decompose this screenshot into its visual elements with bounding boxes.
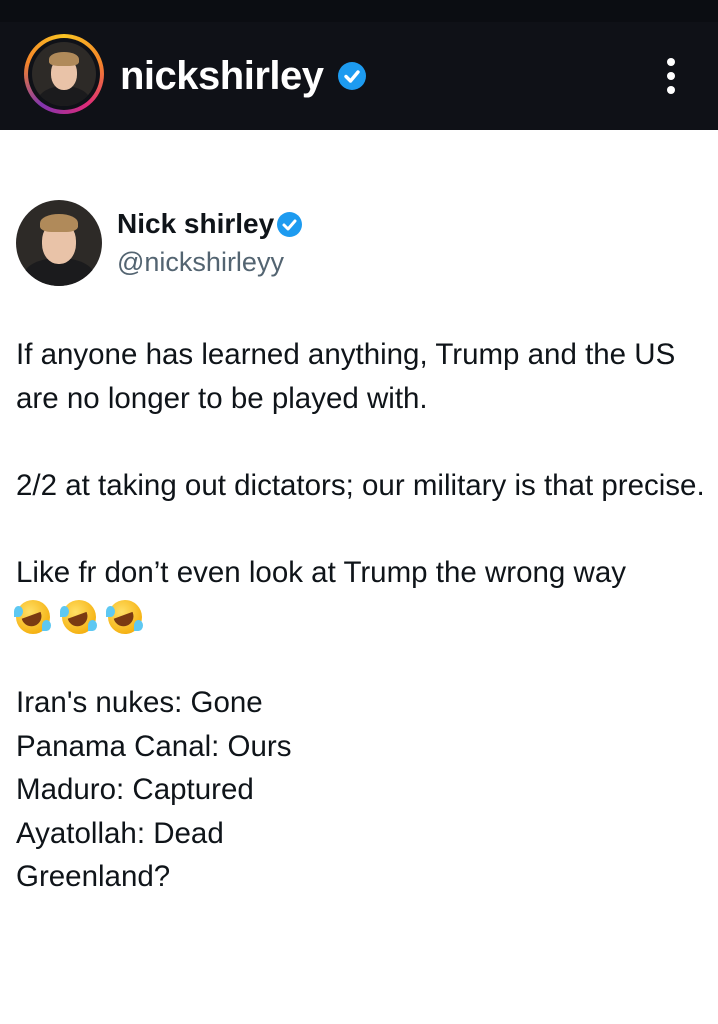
- status-bar-edge: [0, 0, 718, 22]
- avatar-hair: [49, 52, 79, 66]
- verified-badge-icon: [338, 62, 366, 90]
- tweet-list-line: Maduro: Captured: [16, 773, 254, 806]
- rolling-on-floor-laughing-emoji: [14, 600, 51, 634]
- avatar-hair: [40, 214, 78, 232]
- tweet-list-line: Panama Canal: Ours: [16, 729, 292, 763]
- instagram-header: nickshirley: [0, 0, 718, 130]
- emoji-row: [14, 594, 706, 638]
- more-options-icon[interactable]: [656, 54, 686, 98]
- tweet-list-line: Iran's nukes: Gone: [16, 686, 263, 719]
- tweet-body: If anyone has learned anything, Trump an…: [14, 333, 706, 899]
- rolling-on-floor-laughing-emoji: [60, 600, 97, 634]
- tweet-author-avatar[interactable]: [16, 200, 102, 286]
- verified-badge-icon: [277, 212, 302, 237]
- menu-dot: [667, 58, 675, 66]
- tweet-paragraph: 2/2 at taking out dictators; our militar…: [16, 468, 705, 502]
- tweet-paragraph: If anyone has learned anything, Trump an…: [16, 338, 676, 415]
- header-username[interactable]: nickshirley: [120, 52, 324, 100]
- tweet-list-line: Ayatollah: Dead: [16, 816, 224, 850]
- profile-avatar-story-ring[interactable]: [24, 34, 104, 114]
- tweet-handle[interactable]: @nickshirleyy: [117, 245, 284, 279]
- menu-dot: [667, 86, 675, 94]
- tweet-list-line: Greenland?: [16, 860, 171, 893]
- tweet-paragraph: Like fr don’t even look at Trump the wro…: [16, 555, 626, 589]
- profile-avatar: [32, 42, 96, 106]
- menu-dot: [667, 72, 675, 80]
- tweet-display-name[interactable]: Nick shirley: [117, 207, 274, 241]
- rolling-on-floor-laughing-emoji: [106, 600, 143, 634]
